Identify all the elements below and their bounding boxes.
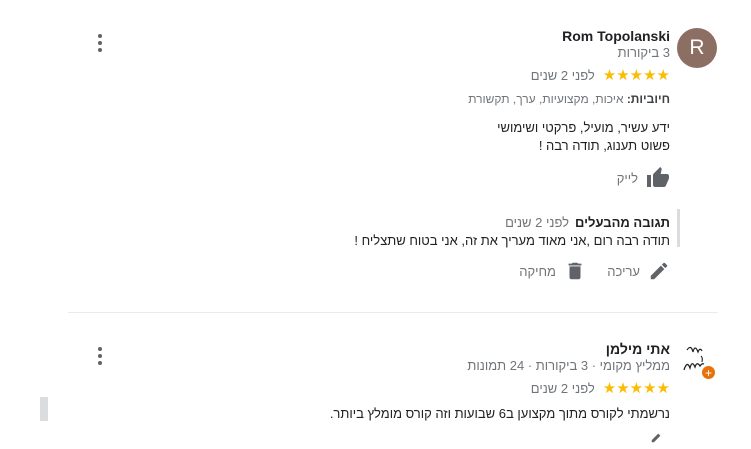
review-text-line: ידע עשיר, מועיל, פרקטי ושימושי bbox=[497, 120, 670, 135]
avatar[interactable]: + bbox=[681, 340, 721, 380]
review-date: לפני 2 שנים bbox=[530, 380, 595, 396]
avatar-letter: R bbox=[689, 36, 705, 59]
like-button[interactable]: לייק bbox=[617, 166, 670, 190]
positives-label: חיוביות: bbox=[626, 92, 670, 106]
star-rating: ★★★★★ bbox=[602, 380, 670, 397]
reviewer-name[interactable]: Rom Topolanski bbox=[562, 28, 670, 44]
local-guide-badge-icon: + bbox=[702, 366, 715, 379]
star-rating: ★★★★★ bbox=[602, 67, 670, 84]
more-options-icon[interactable] bbox=[90, 344, 110, 368]
positives-line: חיוביות: איכות, מקצועיות, ערך, תקשורת bbox=[468, 92, 670, 106]
reviewer-meta[interactable]: 3 ביקורות bbox=[618, 45, 670, 60]
delete-trash-icon bbox=[564, 260, 586, 282]
review-text: נרשמתי לקורס מתוך מקצוען ב6 שבועות וזה ק… bbox=[329, 406, 670, 421]
thumb-up-icon bbox=[646, 166, 670, 190]
review-text-line: פשוט תענוג, תודה רבה ! bbox=[538, 138, 670, 153]
rating-row: ★★★★★ לפני 2 שנים bbox=[531, 379, 670, 397]
owner-reply-bar bbox=[677, 209, 680, 247]
reviewer-name[interactable]: אתי מילמן bbox=[606, 341, 670, 357]
more-options-icon[interactable] bbox=[90, 31, 110, 55]
owner-reply-text: תודה רבה רום ,אני מאוד מעריך את זה, אני … bbox=[354, 233, 670, 248]
review-date: לפני 2 שנים bbox=[530, 67, 595, 83]
reviewer-meta[interactable]: ממליץ מקומי · 3 ביקורות · 24 תמונות bbox=[467, 358, 670, 373]
like-label: לייק bbox=[616, 170, 638, 186]
delete-label: מחיקה bbox=[519, 263, 556, 279]
review-divider bbox=[68, 312, 718, 313]
owner-reply-date: לפני 2 שנים bbox=[505, 215, 570, 230]
rating-row: ★★★★★ לפני 2 שנים bbox=[531, 66, 670, 84]
scrollbar-thumb[interactable] bbox=[40, 397, 48, 421]
positives-value: איכות, מקצועיות, ערך, תקשורת bbox=[468, 92, 627, 106]
edit-pencil-icon[interactable] bbox=[650, 430, 664, 449]
signature-avatar-icon bbox=[683, 346, 705, 371]
edit-pencil-icon bbox=[648, 260, 670, 282]
avatar[interactable]: R bbox=[677, 28, 717, 68]
delete-reply-button[interactable]: מחיקה bbox=[519, 260, 586, 282]
edit-label: עריכה bbox=[607, 263, 640, 279]
review-text: ידע עשיר, מועיל, פרקטי ושימושי פשוט תענו… bbox=[497, 119, 670, 155]
owner-reply-title: תגובה מהבעלים bbox=[575, 215, 670, 230]
owner-reply-header: תגובה מהבעלים לפני 2 שנים bbox=[505, 215, 670, 230]
edit-reply-button[interactable]: עריכה bbox=[607, 260, 670, 282]
